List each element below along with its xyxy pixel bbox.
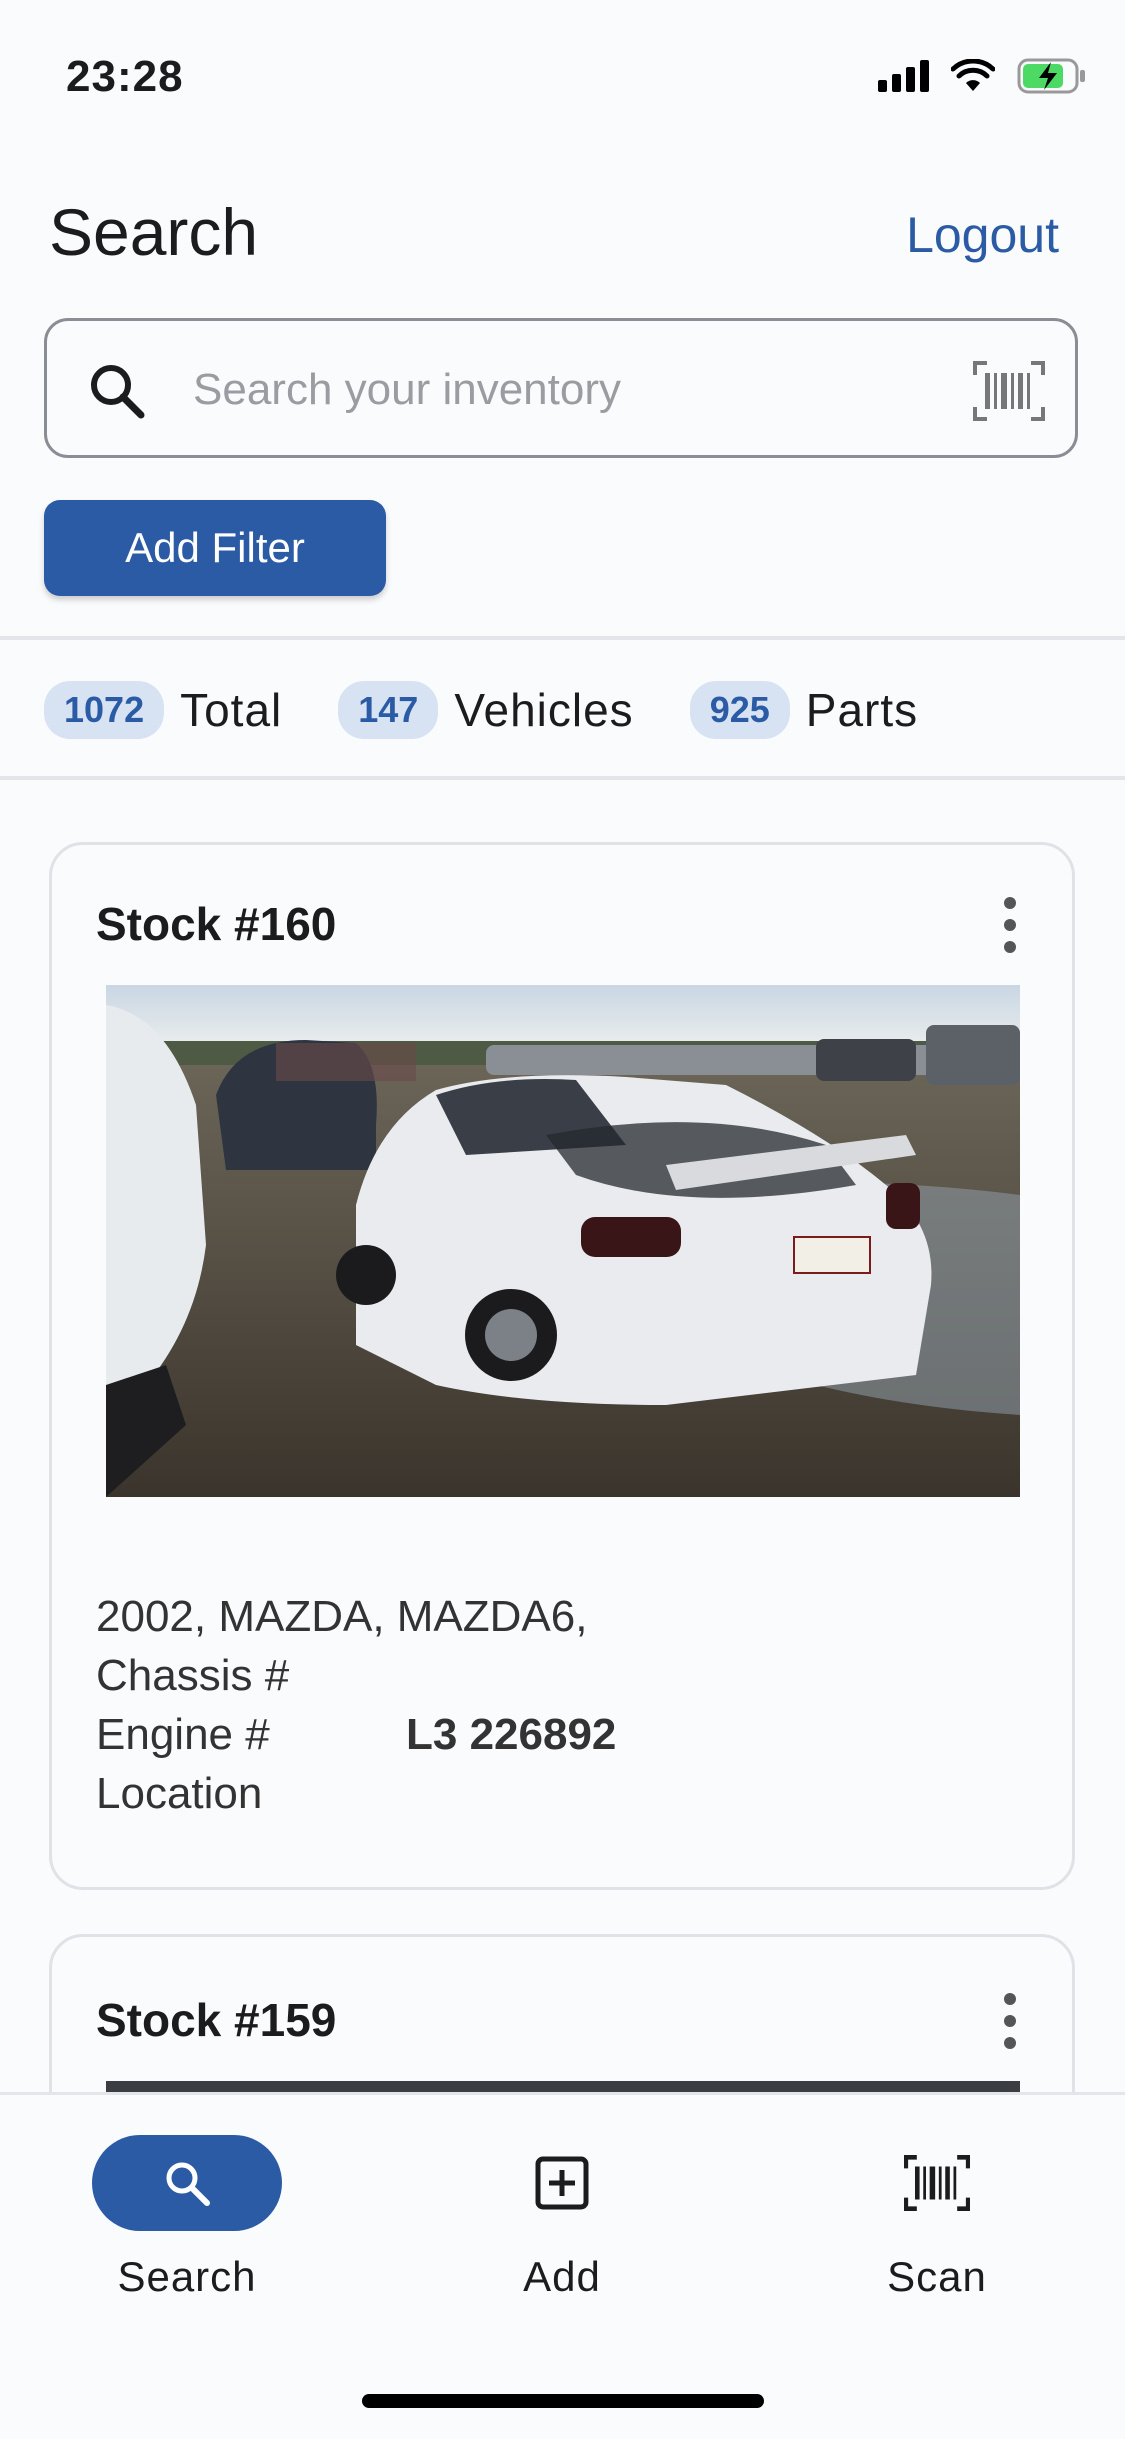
- search-input[interactable]: [191, 351, 985, 429]
- wifi-icon: [951, 59, 995, 91]
- status-icons: [878, 58, 1087, 94]
- search-bar[interactable]: [44, 318, 1078, 458]
- stock-card[interactable]: Stock #160 2002, MAZDA, MAZDA6, Chassis …: [49, 842, 1075, 1890]
- chassis-label: Chassis #: [96, 1651, 290, 1700]
- stat-label: Vehicles: [454, 684, 634, 736]
- nav-add[interactable]: Add: [432, 2135, 692, 2301]
- nav-search[interactable]: Search: [57, 2135, 317, 2301]
- engine-value: L3 226892: [406, 1710, 617, 1759]
- nav-scan[interactable]: Scan: [807, 2135, 1067, 2301]
- vehicle-details: 2002, MAZDA, MAZDA6, Chassis # Engine # L…: [96, 1587, 616, 1823]
- vehicle-summary: 2002, MAZDA, MAZDA6,: [96, 1592, 588, 1641]
- nav-add-pill: [467, 2135, 657, 2231]
- header: Search Logout: [0, 180, 1125, 290]
- add-box-icon: [535, 2156, 589, 2210]
- count-badge: 1072: [44, 681, 165, 739]
- battery-charging-icon: [1017, 58, 1085, 94]
- bottom-nav: Search Add Scan: [0, 2092, 1125, 2439]
- divider: [0, 636, 1125, 640]
- stat-label: Total: [180, 684, 283, 736]
- location-label: Location: [96, 1769, 263, 1818]
- vehicle-photo[interactable]: [106, 985, 1020, 1497]
- more-options-button[interactable]: [998, 897, 1022, 953]
- stat-total[interactable]: 1072 Total: [44, 681, 282, 739]
- add-filter-button[interactable]: Add Filter: [44, 500, 386, 596]
- count-badge: 147: [338, 681, 439, 739]
- barcode-scan-icon[interactable]: [973, 361, 1045, 421]
- nav-search-pill: [92, 2135, 282, 2231]
- stock-title: Stock #159: [96, 1994, 337, 2046]
- engine-label: Engine #: [96, 1710, 270, 1759]
- home-indicator: [362, 2394, 764, 2408]
- status-bar: 23:28: [0, 0, 1125, 150]
- search-icon: [91, 365, 145, 419]
- stat-label: Parts: [805, 684, 919, 736]
- stock-title: Stock #160: [96, 898, 337, 950]
- search-icon: [166, 2162, 210, 2206]
- nav-label: Add: [523, 2253, 601, 2300]
- nav-label: Search: [117, 2253, 257, 2300]
- count-badge: 925: [689, 681, 790, 739]
- page-title: Search: [49, 195, 259, 269]
- cellular-signal-icon: [878, 60, 929, 92]
- status-time: 23:28: [66, 52, 184, 101]
- divider: [0, 776, 1125, 780]
- stats-row: 1072 Total 147 Vehicles 925 Parts: [44, 680, 974, 740]
- stat-parts[interactable]: 925 Parts: [689, 681, 919, 739]
- barcode-scan-icon: [904, 2155, 970, 2211]
- nav-scan-pill: [842, 2135, 1032, 2231]
- stat-vehicles[interactable]: 147 Vehicles: [338, 681, 633, 739]
- more-options-button[interactable]: [998, 1993, 1022, 2049]
- logout-button[interactable]: Logout: [906, 206, 1059, 264]
- nav-label: Scan: [887, 2253, 987, 2300]
